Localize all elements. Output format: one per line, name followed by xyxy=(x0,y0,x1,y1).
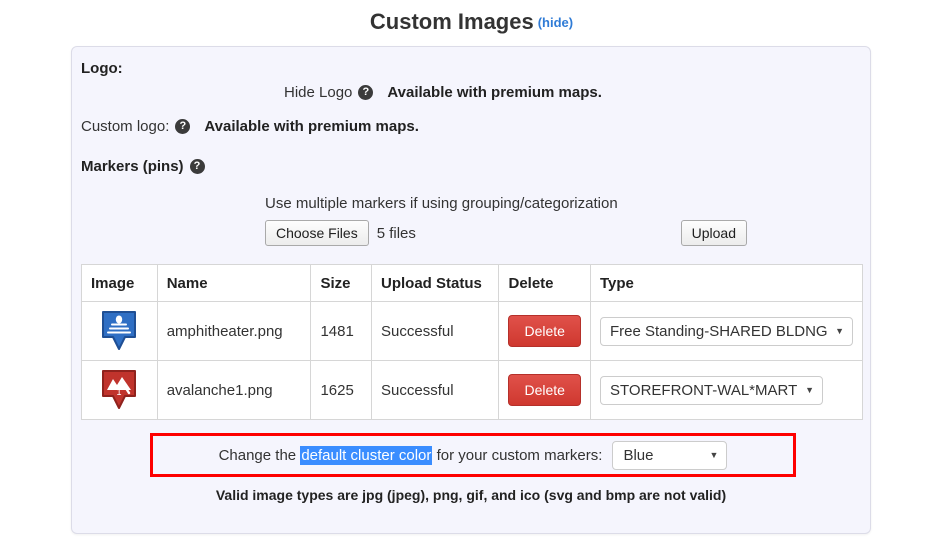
table-header-row: Image Name Size Upload Status Delete Typ… xyxy=(81,264,863,302)
upload-button[interactable]: Upload xyxy=(680,220,747,246)
uploaded-files-table: Image Name Size Upload Status Delete Typ… xyxy=(81,264,863,420)
upload-button-wrap: Upload xyxy=(680,220,747,246)
cell-upload-status: Successful xyxy=(371,301,500,361)
cluster-color-select[interactable]: Blue xyxy=(612,440,728,470)
cell-upload-status: Successful xyxy=(371,360,500,420)
cluster-text-before: Change the xyxy=(218,446,297,464)
column-header-type: Type xyxy=(590,264,863,302)
custom-images-panel: Logo: Hide Logo ? Available with premium… xyxy=(71,46,871,534)
logo-label: Logo: xyxy=(81,60,123,77)
question-mark-icon[interactable]: ? xyxy=(175,119,191,134)
type-select-wrap: Free Standing-SHARED BLDNG ▼ xyxy=(600,316,853,346)
column-header-upload-status: Upload Status xyxy=(371,264,500,302)
cluster-text: Change the default cluster color for you… xyxy=(218,445,603,465)
hide-link[interactable]: (hide) xyxy=(538,15,573,30)
custom-logo-premium-note: Available with premium maps. xyxy=(204,118,419,135)
cluster-highlighted-text: default cluster color xyxy=(300,445,433,465)
file-count-label: 5 files xyxy=(376,224,416,242)
column-header-image: Image xyxy=(81,264,158,302)
hide-logo-premium-note: Available with premium maps. xyxy=(387,84,602,101)
delete-button[interactable]: Delete xyxy=(508,374,581,406)
page-title: Custom Images (hide) xyxy=(0,0,943,37)
column-header-name: Name xyxy=(156,264,312,302)
markers-row: Markers (pins) ? xyxy=(81,158,205,175)
custom-logo-row: Custom logo: ? Available with premium ma… xyxy=(81,118,419,135)
cluster-color-select-wrap: Blue ▼ xyxy=(612,440,728,470)
delete-button[interactable]: Delete xyxy=(508,315,581,347)
custom-logo-label: Custom logo: xyxy=(81,118,170,135)
cell-file-size: 1481 xyxy=(310,301,373,361)
red-avalanche-pin-icon: 1 xyxy=(102,370,137,409)
markers-label: Markers (pins) xyxy=(81,158,184,175)
cell-delete: Delete xyxy=(498,301,591,361)
table-row: 1 avalanche1.png 1625 Successful Delete … xyxy=(81,360,863,420)
type-select[interactable]: Free Standing-SHARED BLDNG xyxy=(600,316,853,346)
cell-delete: Delete xyxy=(498,360,591,420)
cell-image: 1 xyxy=(81,360,158,420)
cell-file-size: 1625 xyxy=(310,360,373,420)
choose-files-button[interactable]: Choose Files xyxy=(265,220,369,246)
cell-image xyxy=(81,301,158,361)
cell-type: STOREFRONT-WAL*MART ▼ xyxy=(590,360,863,420)
type-select-wrap: STOREFRONT-WAL*MART ▼ xyxy=(600,375,823,405)
hide-logo-row: Hide Logo ? Available with premium maps. xyxy=(284,84,602,101)
cluster-text-after: for your custom markers: xyxy=(436,446,603,464)
page-title-text: Custom Images xyxy=(369,9,534,34)
table-row: amphitheater.png 1481 Successful Delete … xyxy=(81,301,863,361)
cell-file-name: amphitheater.png xyxy=(156,301,312,361)
column-header-delete: Delete xyxy=(498,264,591,302)
multiple-markers-hint: Use multiple markers if using grouping/c… xyxy=(265,195,618,212)
column-header-size: Size xyxy=(310,264,373,302)
type-select[interactable]: STOREFRONT-WAL*MART xyxy=(600,375,823,405)
valid-image-types-note: Valid image types are jpg (jpeg), png, g… xyxy=(215,487,727,503)
cell-type: Free Standing-SHARED BLDNG ▼ xyxy=(590,301,863,361)
question-mark-icon[interactable]: ? xyxy=(189,159,205,174)
question-mark-icon[interactable]: ? xyxy=(358,85,374,100)
hide-logo-label: Hide Logo xyxy=(284,84,353,101)
cluster-color-callout: Change the default cluster color for you… xyxy=(150,433,796,477)
svg-text:1: 1 xyxy=(117,387,122,397)
blue-amphitheater-pin-icon xyxy=(102,311,137,350)
cell-file-name: avalanche1.png xyxy=(156,360,312,420)
upload-row: Choose Files 5 files Upload xyxy=(265,220,805,246)
